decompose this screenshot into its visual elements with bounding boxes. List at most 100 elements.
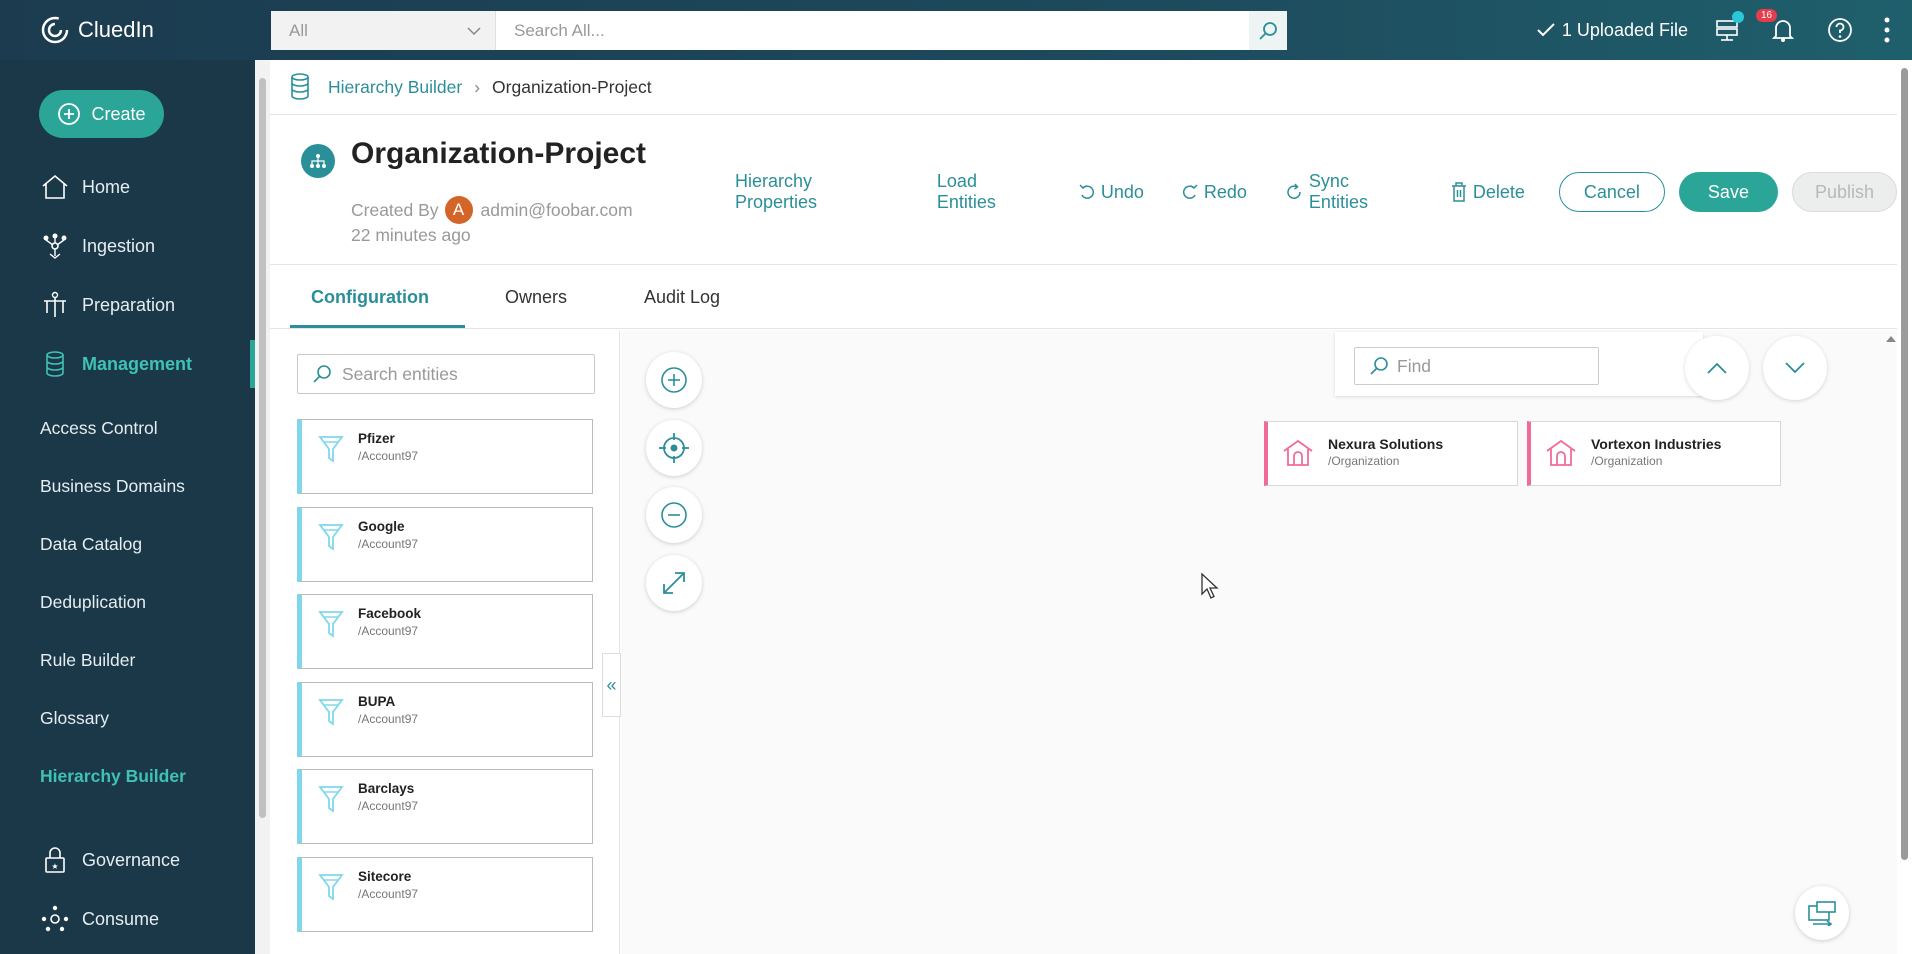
active-tab-indicator [290,325,465,328]
scroll-up-icon[interactable] [1885,334,1897,344]
save-label: Save [1707,181,1749,202]
entity-card[interactable]: Facebook /Account97 [297,594,593,669]
header-actions: Hierarchy Properties Load Entities Undo … [735,171,1897,213]
help-button[interactable] [1826,16,1854,44]
tab-owners[interactable]: Owners [505,287,567,308]
server-status-button[interactable] [1714,11,1744,43]
layout-switch-icon [1808,901,1836,926]
hierarchy-node[interactable]: Nexura Solutions /Organization [1264,421,1518,486]
breadcrumb-parent-link[interactable]: Hierarchy Builder [328,77,462,98]
uploaded-files-indicator[interactable]: 1 Uploaded File [1536,20,1688,41]
collapse-panel-button[interactable]: « [602,653,621,717]
top-bar: CluedIn All 1 Uploaded File 16 [0,0,1912,60]
hierarchy-properties-button[interactable]: Hierarchy Properties [735,171,899,213]
load-entities-button[interactable]: Load Entities [937,171,1041,213]
sidebar-item-hierarchy-builder[interactable]: Hierarchy Builder [40,766,186,787]
funnel-icon [318,699,344,726]
right-scrollbar[interactable] [1897,60,1912,954]
nav-label: Governance [82,849,181,870]
sidebar-item-rule-builder[interactable]: Rule Builder [40,650,135,671]
nav-item-governance[interactable]: ★ Governance [0,836,255,884]
trash-icon [1451,182,1466,202]
entity-type: /Account97 [358,799,419,813]
main-scrollbar[interactable] [255,60,270,954]
global-search: All [271,11,1287,50]
nav-item-ingestion[interactable]: Ingestion [0,222,255,270]
cancel-button[interactable]: Cancel [1558,172,1665,212]
zoom-out-button[interactable] [646,487,702,543]
page-title: Organization-Project [351,137,647,170]
entity-card[interactable]: Google /Account97 [297,507,593,582]
search-scope-value: All [289,20,308,40]
entity-card[interactable]: Sitecore /Account97 [297,857,593,932]
nav-item-consume[interactable]: Consume [0,895,255,943]
notifications-button[interactable]: 16 [1756,9,1796,43]
preparation-icon [44,291,66,317]
next-result-button[interactable] [1763,336,1827,400]
scrollbar-thumb[interactable] [1901,68,1908,860]
mouse-cursor-icon [1201,572,1219,599]
search-icon [313,365,331,383]
lock-icon: ★ [45,847,65,873]
ingestion-icon [43,233,67,259]
find-input[interactable]: Find [1354,347,1599,385]
scrollbar-thumb[interactable] [259,78,266,818]
svg-text:★: ★ [51,862,58,871]
save-button[interactable]: Save [1678,172,1778,212]
find-panel: Find [1335,332,1703,396]
app-logo[interactable]: CluedIn [0,15,270,45]
search-button[interactable] [1249,11,1287,50]
nav-label: Consume [82,908,160,929]
app-name: CluedIn [78,17,154,42]
tab-configuration[interactable]: Configuration [311,287,429,308]
more-menu-button[interactable] [1884,16,1890,44]
fit-to-screen-button[interactable] [646,555,702,611]
redo-button[interactable]: Redo [1182,182,1247,203]
organization-icon [1283,439,1313,466]
layout-toggle-button[interactable] [1795,886,1849,940]
center-button[interactable] [646,420,702,476]
chevron-right-icon: › [474,76,481,97]
help-icon [1828,18,1852,42]
node-name: Nexura Solutions [1328,436,1444,452]
notification-badge: 16 [1756,9,1778,22]
nav-label: Ingestion [82,235,156,256]
sidebar-item-business-domains[interactable]: Business Domains [40,476,185,497]
uploaded-label: 1 Uploaded File [1561,19,1688,40]
tab-audit-log[interactable]: Audit Log [644,287,720,308]
main-content: Hierarchy Builder › Organization-Project… [270,60,1897,954]
entity-name: BUPA [358,694,396,709]
nav-item-preparation[interactable]: Preparation [0,281,255,329]
hierarchy-canvas[interactable]: Find Nexura Solutions /Organization Vort… [621,330,1897,954]
sidebar-item-glossary[interactable]: Glossary [40,708,109,729]
search-icon [1259,21,1277,40]
undo-button[interactable]: Undo [1079,182,1144,203]
entity-card[interactable]: Barclays /Account97 [297,769,593,844]
search-scope-select[interactable]: All [271,11,496,50]
nav-item-home[interactable]: Home [0,163,255,211]
previous-result-button[interactable] [1685,336,1749,400]
funnel-icon [318,611,344,638]
create-button[interactable]: Create [39,90,164,138]
publish-button[interactable]: Publish [1791,172,1897,212]
delete-label: Delete [1472,181,1525,202]
hierarchy-node[interactable]: Vortexon Industries /Organization [1527,421,1781,486]
delete-button[interactable]: Delete [1451,182,1525,203]
sidebar-item-data-catalog[interactable]: Data Catalog [40,534,142,555]
nav-item-management[interactable]: Management [0,340,255,388]
breadcrumb-current: Organization-Project [492,76,652,97]
entity-card[interactable]: Pfizer /Account97 [297,419,593,494]
sidebar-item-deduplication[interactable]: Deduplication [40,592,146,613]
created-by-user: admin@foobar.com [480,199,633,220]
zoom-in-button[interactable] [646,352,702,408]
search-input[interactable] [496,11,1249,50]
entity-name: Pfizer [358,431,395,446]
sync-entities-button[interactable]: Sync Entities [1285,171,1413,213]
sidebar-item-access-control[interactable]: Access Control [40,418,158,439]
chevron-down-icon [1785,362,1805,374]
redo-icon [1182,184,1198,199]
entity-card[interactable]: BUPA /Account97 [297,682,593,757]
database-icon [291,73,309,100]
node-type: /Organization [1328,454,1400,468]
entity-search-input[interactable]: Search entities [297,354,595,394]
